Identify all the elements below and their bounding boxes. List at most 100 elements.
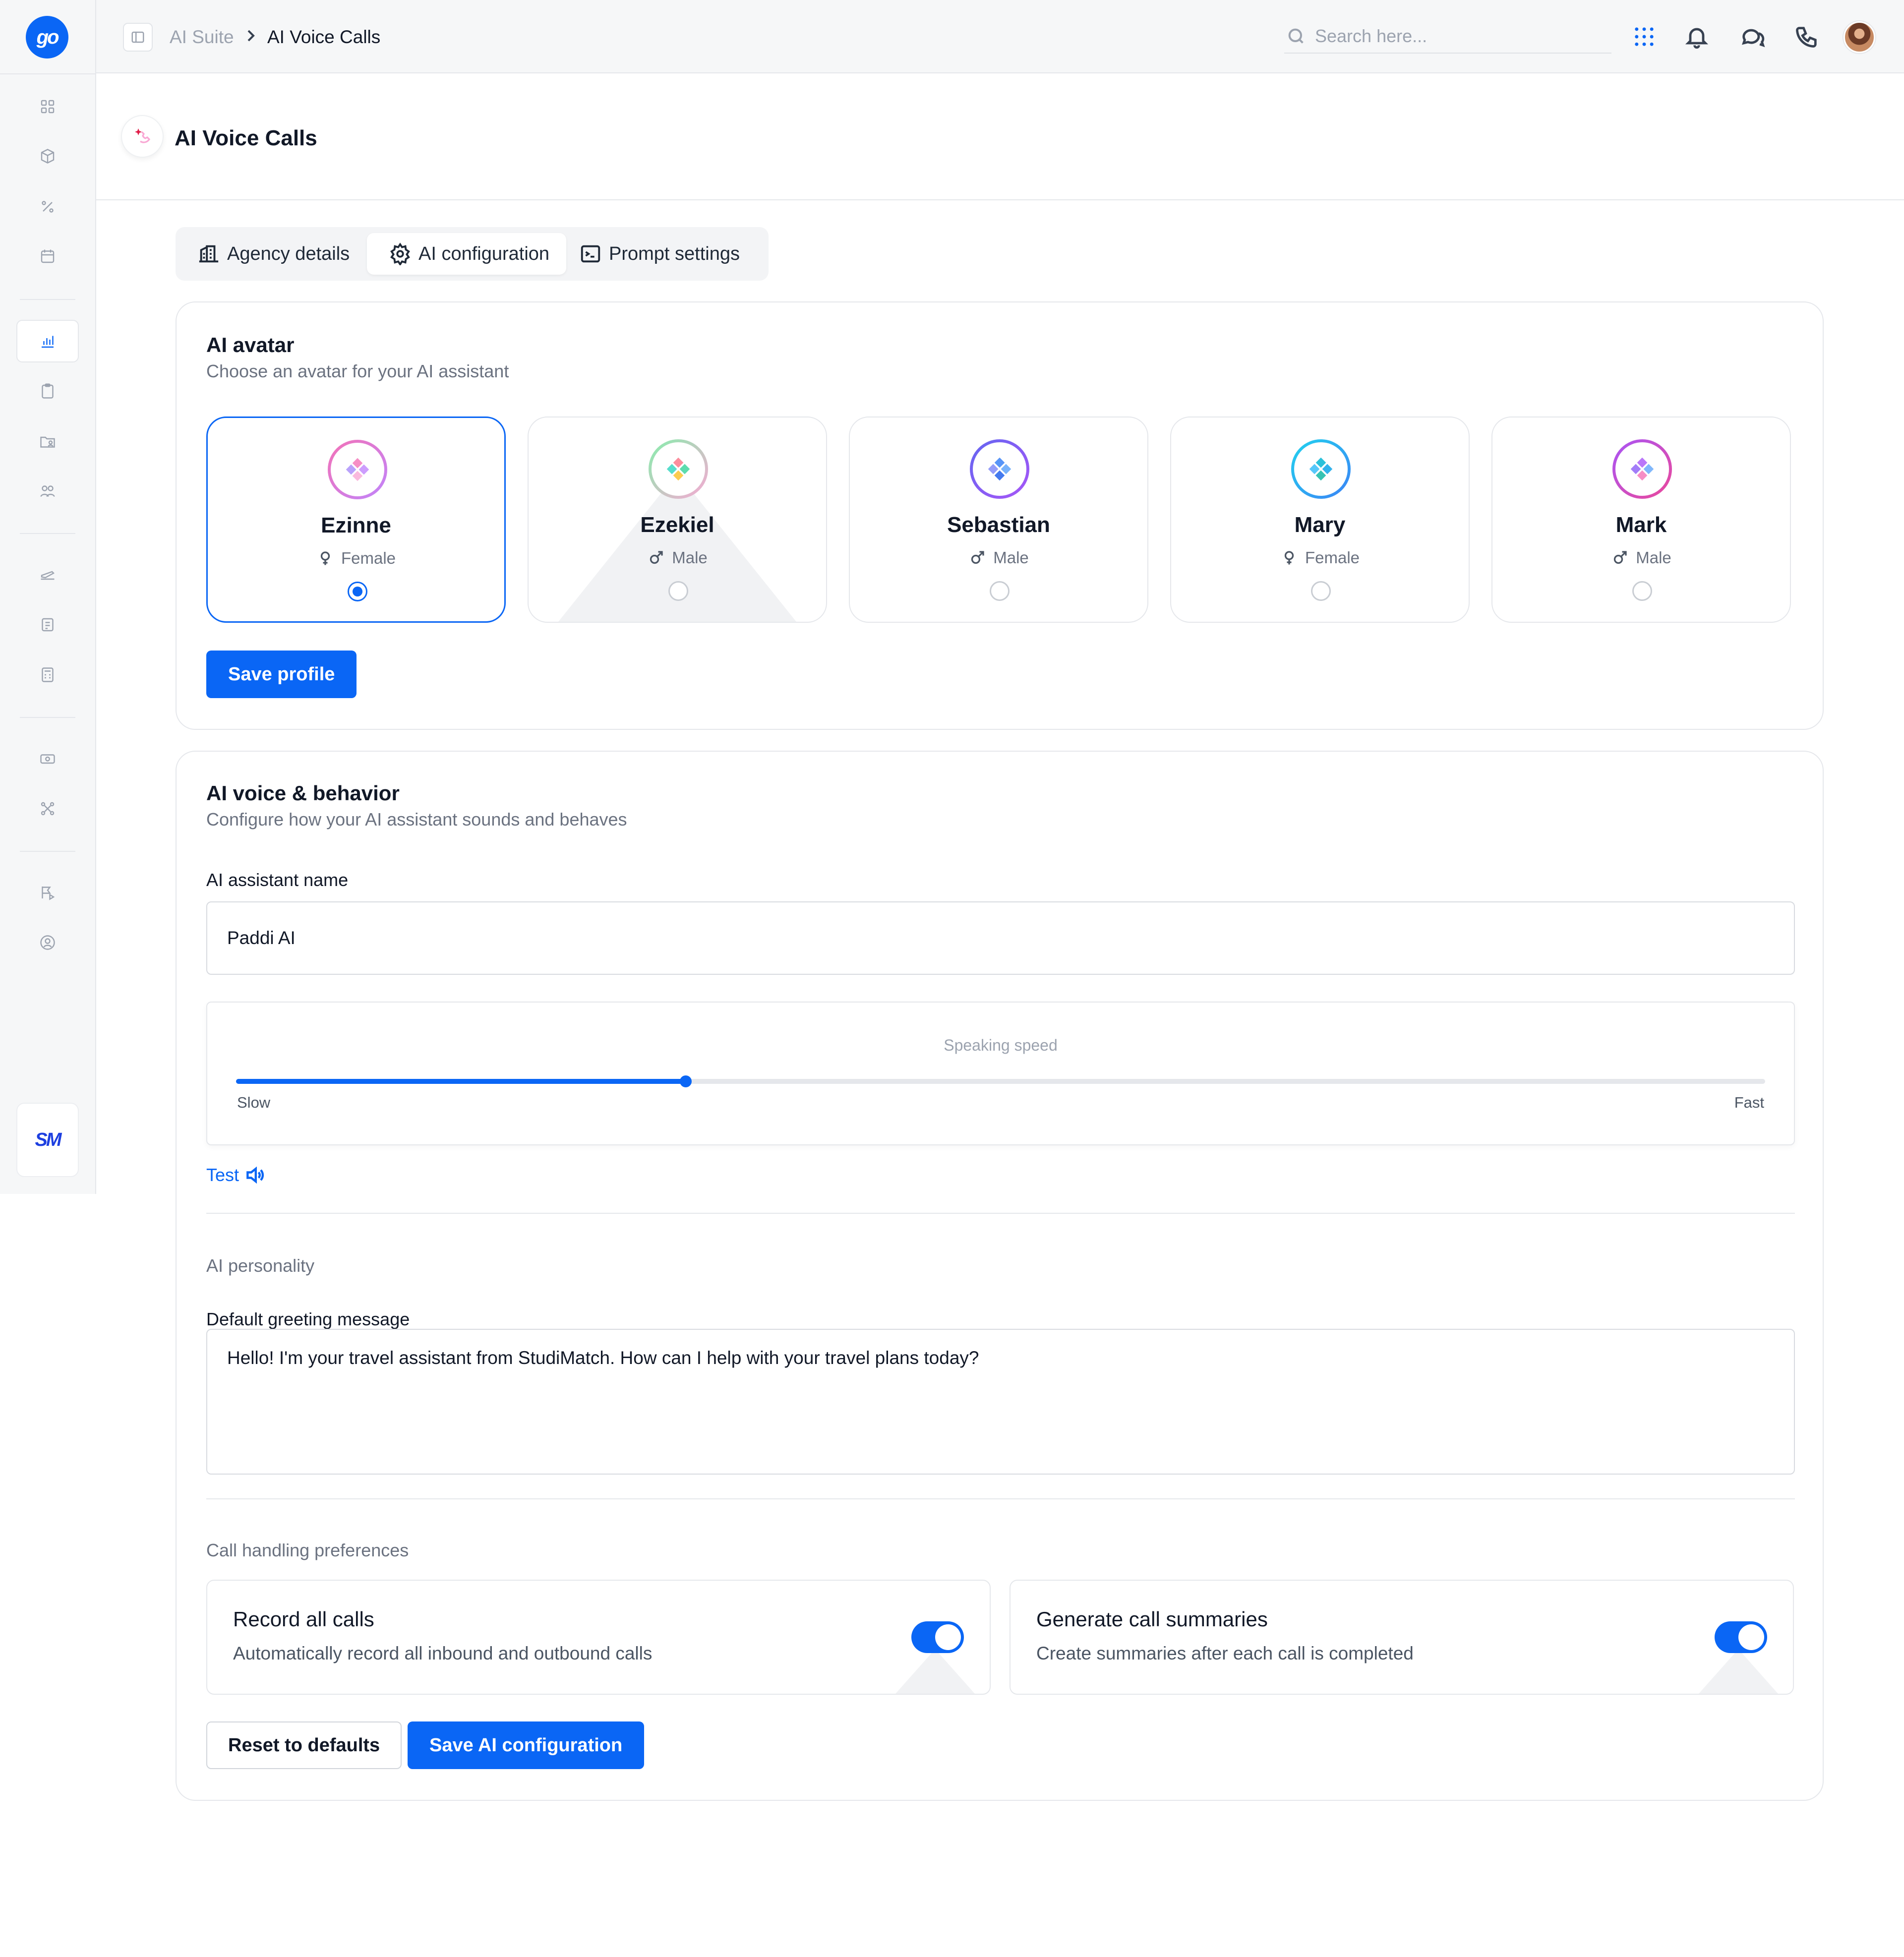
card-subtitle: Configure how your AI assistant sounds a… (206, 809, 627, 830)
notifications-button[interactable] (1682, 22, 1712, 52)
avatar-radio[interactable] (668, 581, 688, 601)
slider-thumb[interactable] (679, 1075, 692, 1087)
assistant-name-input[interactable]: Paddi AI (206, 901, 1795, 975)
reset-defaults-button[interactable]: Reset to defaults (206, 1721, 402, 1769)
avatar-radio[interactable] (990, 581, 1010, 601)
sidebar-header-divider (0, 73, 96, 74)
search-bar (1284, 20, 1611, 54)
avatar-option-mark[interactable]: Mark Male (1491, 416, 1791, 623)
avatar-radio[interactable] (1632, 581, 1652, 601)
avatar-option-ezekiel[interactable]: Ezekiel Male (528, 416, 827, 623)
box-icon (41, 149, 55, 164)
sidebar-item-calendar[interactable] (16, 235, 79, 278)
app-logo[interactable]: go (26, 16, 68, 59)
sidebar-item-accounting[interactable] (16, 653, 79, 696)
clipboard-icon (42, 383, 54, 399)
ai-avatar-card: AI avatar Choose an avatar for your AI a… (176, 301, 1824, 730)
apps-button[interactable] (1629, 22, 1659, 52)
avatar-gender-label: Male (672, 548, 708, 567)
sidebar-item-integrations[interactable] (16, 787, 79, 830)
avatar-orb-icon (649, 439, 708, 499)
record-calls-toggle[interactable] (911, 1621, 964, 1653)
save-profile-button[interactable]: Save profile (206, 651, 357, 698)
pref-title: Record all calls (233, 1607, 374, 1631)
call-summaries-toggle[interactable] (1715, 1621, 1767, 1653)
breadcrumb-root[interactable]: AI Suite (170, 27, 234, 48)
tab-agency-details[interactable]: Agency details (176, 233, 366, 275)
avatar-name: Sebastian (947, 513, 1050, 537)
sidebar-item-dashboard[interactable] (16, 85, 79, 128)
flag-play-icon (42, 887, 55, 900)
chevron-right-icon (241, 26, 261, 46)
avatar-orb-icon (970, 439, 1029, 499)
ai-voice-behavior-card: AI voice & behavior Configure how your A… (176, 751, 1824, 1801)
sidebar-toggle-button[interactable] (123, 23, 153, 52)
female-icon (320, 551, 330, 565)
pref-description: Automatically record all inbound and out… (233, 1643, 653, 1663)
male-icon (650, 551, 663, 564)
female-icon (1284, 551, 1294, 565)
sidebar-item-payments[interactable] (16, 737, 79, 780)
card-title: AI avatar (206, 333, 295, 356)
sidebar-item-products[interactable] (16, 135, 79, 178)
avatar-gender: Female (208, 549, 504, 568)
male-icon (971, 551, 984, 564)
phone-icon (1796, 27, 1817, 48)
tab-label: Agency details (227, 243, 350, 264)
bar-chart-icon (42, 336, 54, 348)
ai-call-icon (121, 115, 164, 158)
gear-icon (390, 242, 410, 265)
apps-grid-icon (1635, 27, 1654, 46)
sidebar-divider (20, 851, 75, 852)
folder-user-icon (40, 436, 55, 448)
sidebar-divider (20, 533, 75, 534)
avatar-option-mary[interactable]: Mary Female (1170, 416, 1470, 623)
messages-button[interactable] (1737, 22, 1767, 52)
organization-logo[interactable]: SM (16, 1103, 79, 1177)
search-icon (1288, 28, 1304, 44)
card-subtitle: Choose an avatar for your AI assistant (206, 361, 509, 381)
avatar-option-sebastian[interactable]: Sebastian Male (849, 416, 1148, 623)
call-handling-heading: Call handling preferences (206, 1540, 409, 1560)
greeting-textarea[interactable]: Hello! I'm your travel assistant from St… (206, 1329, 1795, 1475)
terminal-icon (581, 245, 600, 263)
male-icon (1614, 551, 1627, 564)
slider-fill (236, 1079, 686, 1084)
avatar-gender-label: Male (993, 548, 1029, 567)
test-label: Test (206, 1165, 239, 1185)
avatar-radio[interactable] (348, 582, 367, 601)
section-divider (206, 1498, 1795, 1499)
greeting-label: Default greeting message (206, 1309, 410, 1329)
tab-prompt-settings[interactable]: Prompt settings (557, 233, 757, 275)
sidebar-item-clients[interactable] (16, 420, 79, 463)
avatar-orb-icon (328, 440, 387, 499)
sidebar-item-analytics[interactable] (16, 320, 79, 362)
sidebar-item-profile[interactable] (16, 921, 79, 964)
card-shade (895, 1649, 975, 1694)
sidebar-item-flights[interactable] (16, 553, 79, 596)
settings-tabs: Agency details AI configuration Prompt s… (176, 227, 769, 281)
avatar-option-ezinne[interactable]: Ezinne Female (206, 416, 506, 623)
assistant-name-label: AI assistant name (206, 870, 349, 890)
sidebar-item-discounts[interactable] (16, 185, 79, 228)
document-icon (42, 618, 54, 632)
sidebar-divider (20, 717, 75, 718)
save-ai-configuration-button[interactable]: Save AI configuration (408, 1721, 645, 1769)
speaking-speed-slider[interactable] (236, 1075, 1765, 1087)
avatar-gender-label: Male (1636, 548, 1671, 567)
calls-button[interactable] (1792, 22, 1822, 52)
search-input[interactable] (1315, 26, 1593, 47)
avatar-radio[interactable] (1311, 581, 1331, 601)
sidebar-item-campaigns[interactable] (16, 871, 79, 914)
test-voice-button[interactable]: Test (206, 1164, 266, 1186)
tab-ai-configuration[interactable]: AI configuration (367, 233, 567, 275)
banknote-icon (40, 754, 55, 764)
user-avatar[interactable] (1844, 21, 1875, 53)
card-shade (1699, 1649, 1778, 1694)
card-title: AI voice & behavior (206, 781, 400, 805)
sidebar-item-documents[interactable] (16, 603, 79, 646)
sidebar-item-tasks[interactable] (16, 370, 79, 413)
avatar-name: Ezekiel (640, 513, 714, 537)
sidebar-item-team[interactable] (16, 470, 79, 513)
tab-label: Prompt settings (609, 243, 740, 264)
